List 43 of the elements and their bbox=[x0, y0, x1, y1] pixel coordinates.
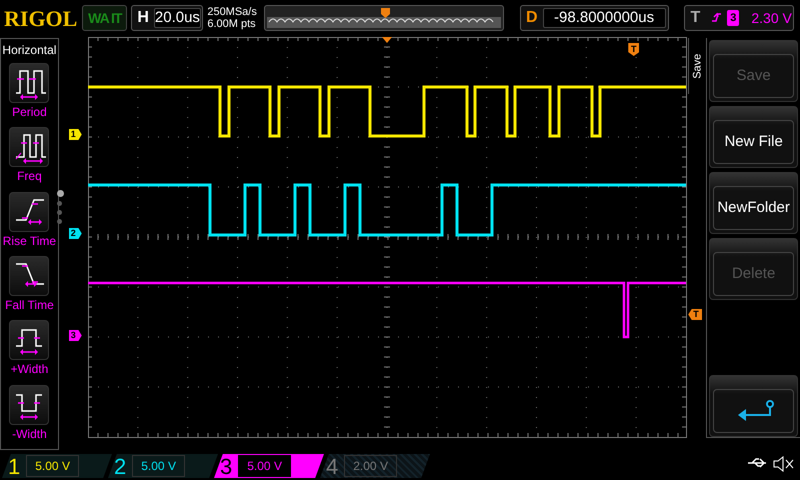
negative-width-button[interactable] bbox=[9, 384, 50, 425]
channel-tab[interactable]: 4 2.00 V bbox=[320, 454, 430, 478]
usb-icon bbox=[746, 456, 768, 470]
frequency-button[interactable] bbox=[9, 127, 50, 168]
menu-label: Freq bbox=[17, 168, 42, 186]
fall-time-button[interactable] bbox=[9, 256, 50, 296]
menu-label: -Width bbox=[12, 426, 47, 443]
menu-button[interactable]: NewFolder bbox=[709, 172, 798, 234]
channel-marker[interactable]: 3 bbox=[68, 330, 82, 341]
positive-width-button[interactable] bbox=[9, 320, 50, 360]
trigger-source: 3 bbox=[727, 10, 740, 26]
period-button[interactable] bbox=[9, 63, 50, 103]
delay-display[interactable]: D -98.8000000us bbox=[520, 5, 669, 31]
rise-time-button[interactable] bbox=[9, 192, 50, 232]
run-status: WA IT bbox=[82, 5, 128, 31]
sample-rate: 250MSa/s bbox=[207, 6, 258, 18]
page-dot[interactable] bbox=[56, 190, 64, 197]
mute-icon bbox=[772, 456, 794, 472]
menu-button[interactable]: New File bbox=[709, 106, 798, 168]
channel-tab[interactable]: 2 5.00 V bbox=[108, 454, 218, 478]
timebase-display[interactable]: H 20.0us bbox=[131, 5, 204, 31]
trigger-arrow-icon bbox=[382, 37, 392, 44]
trigger-display[interactable]: T 3 2.30 V bbox=[684, 5, 794, 31]
channel-tab[interactable]: 3 5.00 V bbox=[214, 454, 324, 478]
trigger-level-marker[interactable]: T bbox=[688, 309, 702, 320]
rising-edge-icon bbox=[711, 11, 722, 25]
trigger-level: 2.30 V bbox=[751, 8, 792, 28]
back-button[interactable] bbox=[709, 375, 798, 437]
memory-depth: 6.00M pts bbox=[207, 18, 257, 30]
menu-tab[interactable]: Save bbox=[688, 38, 706, 94]
menu-title: Horizontal bbox=[2, 42, 56, 59]
page-dot[interactable] bbox=[56, 219, 62, 224]
channel-marker[interactable]: 1 bbox=[68, 129, 82, 140]
menu-label: Period bbox=[12, 104, 47, 121]
page-dot[interactable] bbox=[56, 201, 62, 206]
brand-logo: RIGOL bbox=[4, 4, 78, 32]
page-dot[interactable] bbox=[56, 210, 62, 215]
menu-label: Rise Time bbox=[2, 232, 56, 250]
channel-marker[interactable]: 2 bbox=[68, 228, 82, 239]
channel-tab[interactable]: 1 5.00 V bbox=[2, 454, 112, 478]
menu-label: Fall Time bbox=[5, 296, 54, 314]
menu-label: +Width bbox=[10, 361, 48, 378]
trigger-position-marker[interactable]: T bbox=[628, 43, 640, 56]
